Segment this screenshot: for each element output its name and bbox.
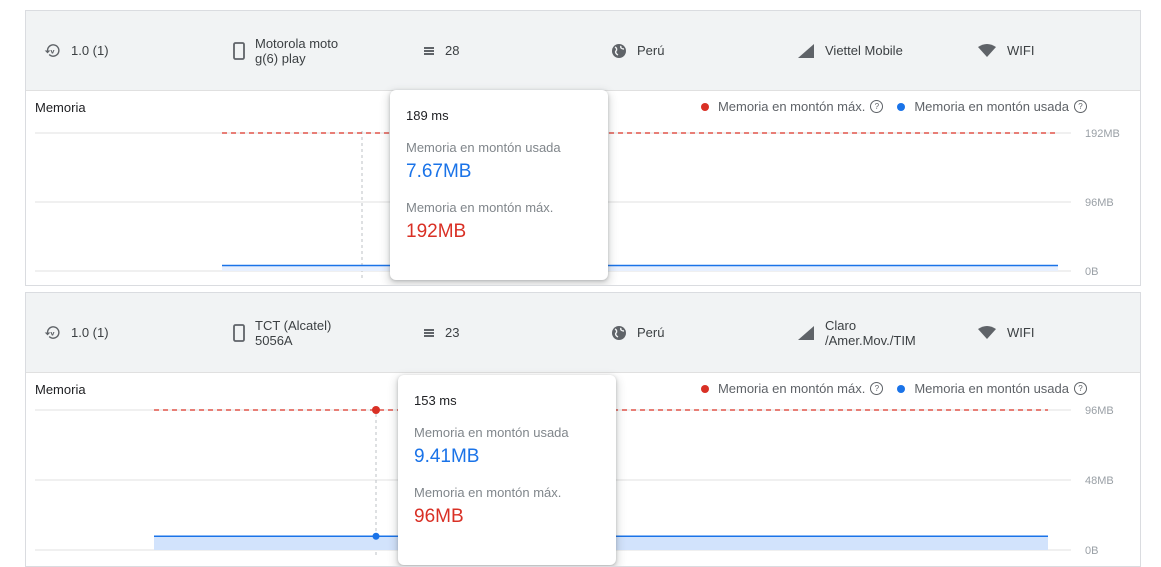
device-model-line1: Motorola moto [255,35,339,51]
y-tick-label: 96MB [1085,197,1114,209]
country: Perú [611,11,664,90]
device-model: TCT (Alcatel) 5056A [233,293,331,372]
network-type-text: WIFI [1007,43,1035,58]
svg-text:v: v [50,47,55,55]
tooltip-max-value: 192MB [406,221,467,242]
memory-chart: Memoria Memoria en montón máx. ? Memoria… [26,373,1140,566]
phone-icon [233,41,245,60]
memory-panel-2: v 1.0 (1) TCT (Alcatel) 5056A 23 Perú Cl… [25,292,1141,567]
globe-icon [611,325,627,341]
phone-icon [233,323,245,342]
globe-icon [611,43,627,59]
chart-tooltip: 153 ms Memoria en montón usada 9.41MB Me… [398,375,616,565]
carrier-line1: Viettel Mobile [825,43,903,58]
device-model-line1: TCT (Alcatel) [255,317,332,333]
y-tick-label: 0B [1085,266,1098,278]
device-model-line2: g(6) play [255,50,306,66]
network-type: WIFI [977,11,1034,90]
tooltip-time: 153 ms [414,393,457,408]
api-level: 28 [423,11,459,90]
tooltip-used-label: Memoria en montón usada [406,140,561,155]
signal-icon [797,43,815,59]
version-history-icon: v [44,324,61,341]
tooltip-max-label: Memoria en montón máx. [406,200,554,215]
session-info-bar: v 1.0 (1) TCT (Alcatel) 5056A 23 Perú Cl… [26,293,1140,373]
hover-point-used-heap [372,532,380,540]
wifi-icon [977,43,997,58]
chart-tooltip: 189 ms Memoria en montón usada 7.67MB Me… [390,90,608,280]
app-version: v 1.0 (1) [44,11,109,90]
network-type-text: WIFI [1007,325,1035,340]
app-version-text: 1.0 (1) [71,325,109,340]
carrier-line2: /Amer.Mov./TIM [825,332,916,348]
carrier: Claro/Amer.Mov./TIM [797,293,916,372]
country-text: Perú [637,43,665,58]
hover-point-max-heap [372,406,380,414]
api-level-icon [423,45,435,57]
tooltip-max-label: Memoria en montón máx. [414,485,562,500]
app-version-text: 1.0 (1) [71,43,109,58]
svg-text:v: v [50,329,55,337]
session-info-bar: v 1.0 (1) Motorola moto g(6) play 28 Perú [26,11,1140,91]
wifi-icon [977,325,997,340]
memory-chart: Memoria Memoria en montón máx. ? Memoria… [26,90,1140,285]
device-model-line2: 5056A [255,332,293,348]
series-area-used-heap [222,265,1058,271]
tooltip-time: 189 ms [406,108,449,123]
country: Perú [611,293,664,372]
memory-panel-1: v 1.0 (1) Motorola moto g(6) play 28 Perú [25,10,1141,286]
api-level-text: 28 [445,43,460,58]
carrier-line1: Claro [825,317,857,333]
api-level-icon [423,327,435,339]
tooltip-max-value: 96MB [414,506,464,527]
y-tick-label: 48MB [1085,475,1114,487]
tooltip-used-value: 9.41MB [414,446,480,467]
y-tick-label: 96MB [1085,405,1114,417]
country-text: Perú [637,325,665,340]
api-level: 23 [423,293,459,372]
tooltip-used-value: 7.67MB [406,161,472,182]
y-tick-label: 192MB [1085,128,1120,140]
y-tick-label: 0B [1085,545,1098,557]
signal-icon [797,325,815,341]
device-model: Motorola moto g(6) play [233,11,338,90]
network-type: WIFI [977,293,1034,372]
carrier: Viettel Mobile [797,11,903,90]
tooltip-used-label: Memoria en montón usada [414,425,569,440]
version-history-icon: v [44,42,61,59]
app-version: v 1.0 (1) [44,293,109,372]
api-level-text: 23 [445,325,460,340]
